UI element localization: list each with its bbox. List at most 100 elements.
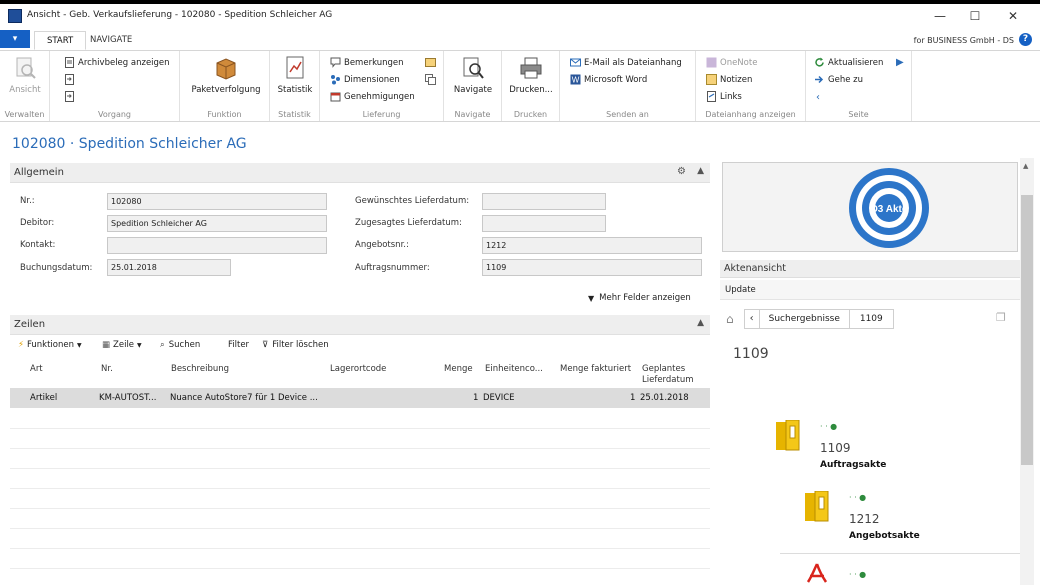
zeile-button[interactable]: ▦ Zeile ▼ (102, 340, 142, 350)
grid-line (10, 428, 710, 429)
svg-text:W: W (572, 76, 580, 85)
vorgang-action-2-button[interactable] (64, 72, 78, 87)
drucken-button[interactable]: Drucken... (507, 55, 555, 95)
status-dots-icon: · · ● (849, 570, 867, 579)
ansicht-button[interactable]: Ansicht (4, 55, 46, 95)
close-button[interactable]: ✕ (998, 8, 1028, 24)
email-attachment-label: E-Mail als Dateianhang (584, 57, 682, 68)
zeilen-header[interactable]: Zeilen ▲ (10, 315, 710, 335)
folder-binder-icon[interactable] (804, 491, 830, 523)
allgemein-header[interactable]: Allgemein ⚙ ▲ (10, 163, 710, 183)
group-label-drucken: Drucken (513, 110, 548, 119)
suchen-button[interactable]: ⌕ Suchen (160, 340, 200, 350)
item-number[interactable]: 1109 (820, 441, 851, 455)
links-button[interactable]: Links (706, 89, 742, 104)
notizen-button[interactable]: Notizen (706, 72, 752, 87)
funktionen-button[interactable]: ⚡ Funktionen ▼ (18, 340, 82, 350)
cell-beschreibung: Nuance AutoStore7 für 1 Device ... (170, 393, 318, 403)
collapse-icon[interactable]: ▲ (697, 166, 704, 176)
angebotsnr-field[interactable]: 1212 (482, 237, 702, 254)
chevron-left-icon: ‹ (816, 92, 820, 103)
view-icon (16, 57, 36, 79)
bemerkungen-button[interactable]: Bemerkungen (330, 55, 404, 70)
kontakt-label: Kontakt: (20, 240, 56, 250)
gew-lieferdatum-field[interactable] (482, 193, 606, 210)
column-header-art[interactable]: Art (30, 364, 43, 375)
collapse-icon[interactable]: ▲ (697, 318, 704, 328)
dimensionen-button[interactable]: Dimensionen (330, 72, 400, 87)
column-header-einheitencode[interactable]: Einheitenco... (485, 364, 543, 375)
column-header-lagerortcode[interactable]: Lagerortcode (330, 364, 386, 375)
link-icon (707, 91, 716, 102)
settings-icon[interactable]: ⚙ (677, 166, 686, 177)
scrollbar-thumb[interactable] (1021, 195, 1033, 465)
scroll-up-icon[interactable]: ▲ (1023, 162, 1028, 170)
column-header-menge[interactable]: Menge (444, 364, 473, 375)
next-page-button[interactable]: ▶ (896, 55, 904, 70)
column-header-menge-fakturiert[interactable]: Menge fakturiert (560, 364, 631, 375)
column-header-nr[interactable]: Nr. (101, 364, 113, 375)
onenote-button[interactable]: OneNote (706, 55, 757, 70)
gehe-zu-button[interactable]: Gehe zu (814, 72, 863, 87)
navigate-button[interactable]: Navigate (450, 55, 496, 95)
back-icon[interactable]: ‹ (743, 309, 760, 329)
archivbeleg-button[interactable]: Archivbeleg anzeigen (64, 55, 170, 70)
ribbon-tab-bar: ▾ START NAVIGATE for BUSINESS GmbH - DS … (0, 28, 1040, 50)
statistik-button[interactable]: Statistik (274, 55, 316, 95)
column-header-beschreibung[interactable]: Beschreibung (171, 364, 229, 375)
update-button[interactable]: Update (725, 285, 756, 295)
maximize-button[interactable]: ☐ (960, 8, 990, 24)
filter-loeschen-button[interactable]: ⊽ Filter löschen (262, 340, 329, 350)
column-header-lieferdatum: Lieferdatum (642, 375, 694, 385)
factbox-toolbar: Update (720, 280, 1020, 300)
suchergebnisse-button[interactable]: Suchergebnisse (759, 309, 850, 329)
home-icon[interactable]: ⌂ (726, 312, 734, 326)
aktenansicht-header[interactable]: Aktenansicht (720, 260, 1020, 278)
item-number[interactable]: 1212 (849, 512, 880, 526)
word-button[interactable]: W Microsoft Word (570, 72, 647, 87)
comment-icon (330, 57, 341, 68)
debitor-field[interactable]: Spedition Schleicher AG (107, 215, 327, 232)
minimize-button[interactable]: — (925, 8, 955, 24)
chevron-right-icon: ▶ (896, 57, 904, 68)
target-logo-icon: D3 Akte (849, 168, 929, 248)
kontakt-field[interactable] (107, 237, 327, 254)
grid-line (10, 448, 710, 449)
result-count[interactable]: 1109 (849, 309, 894, 329)
buchungsdatum-field[interactable]: 25.01.2018 (107, 259, 231, 276)
genehmigungen-button[interactable]: Genehmigungen (330, 89, 415, 104)
file-menu-button[interactable]: ▾ (0, 30, 30, 48)
logo-text: D3 Akte (871, 204, 908, 215)
genehmigungen-label: Genehmigungen (344, 91, 415, 102)
paketverfolgung-button[interactable]: Paketverfolgung (188, 55, 264, 95)
image-icon (425, 58, 436, 67)
item-name[interactable]: Angebotsakte (849, 531, 920, 541)
mehr-felder-button[interactable]: ▼ Mehr Felder anzeigen (588, 293, 691, 303)
table-row[interactable]: Artikel KM-AUTOST... Nuance AutoStore7 f… (10, 388, 710, 408)
drucken-label: Drucken... (509, 85, 553, 95)
lieferung-extra-2-button[interactable] (425, 72, 439, 87)
grid-line (10, 488, 710, 489)
aktualisieren-button[interactable]: Aktualisieren (814, 55, 883, 70)
auftragsnummer-field[interactable]: 1109 (482, 259, 702, 276)
filter-label: Filter (228, 340, 250, 350)
group-label-dateianhang: Dateianhang anzeigen (705, 110, 796, 119)
column-header-geplantes-lieferdatum[interactable]: Geplantes Lieferdatum (642, 364, 694, 386)
lieferung-extra-1-button[interactable] (425, 55, 439, 70)
window-restore-icon[interactable]: ❐ (996, 311, 1006, 324)
tab-navigate[interactable]: NAVIGATE (78, 31, 144, 50)
email-attachment-button[interactable]: E-Mail als Dateianhang (570, 55, 682, 70)
copy-icon (425, 74, 436, 85)
paketverfolgung-label: Paketverfolgung (191, 85, 261, 95)
item-name[interactable]: Auftragsakte (820, 460, 886, 470)
note-icon (706, 74, 717, 85)
zug-lieferdatum-field[interactable] (482, 215, 606, 232)
pdf-icon[interactable] (806, 562, 828, 585)
folder-binder-icon[interactable] (775, 420, 801, 452)
column-header-geplantes: Geplantes (642, 364, 686, 374)
filter-button[interactable]: Filter (228, 340, 249, 350)
previous-page-button[interactable]: ‹ (816, 90, 820, 105)
nr-field[interactable]: 102080 (107, 193, 327, 210)
help-icon[interactable]: ? (1019, 33, 1032, 46)
vorgang-action-3-button[interactable] (64, 89, 78, 104)
